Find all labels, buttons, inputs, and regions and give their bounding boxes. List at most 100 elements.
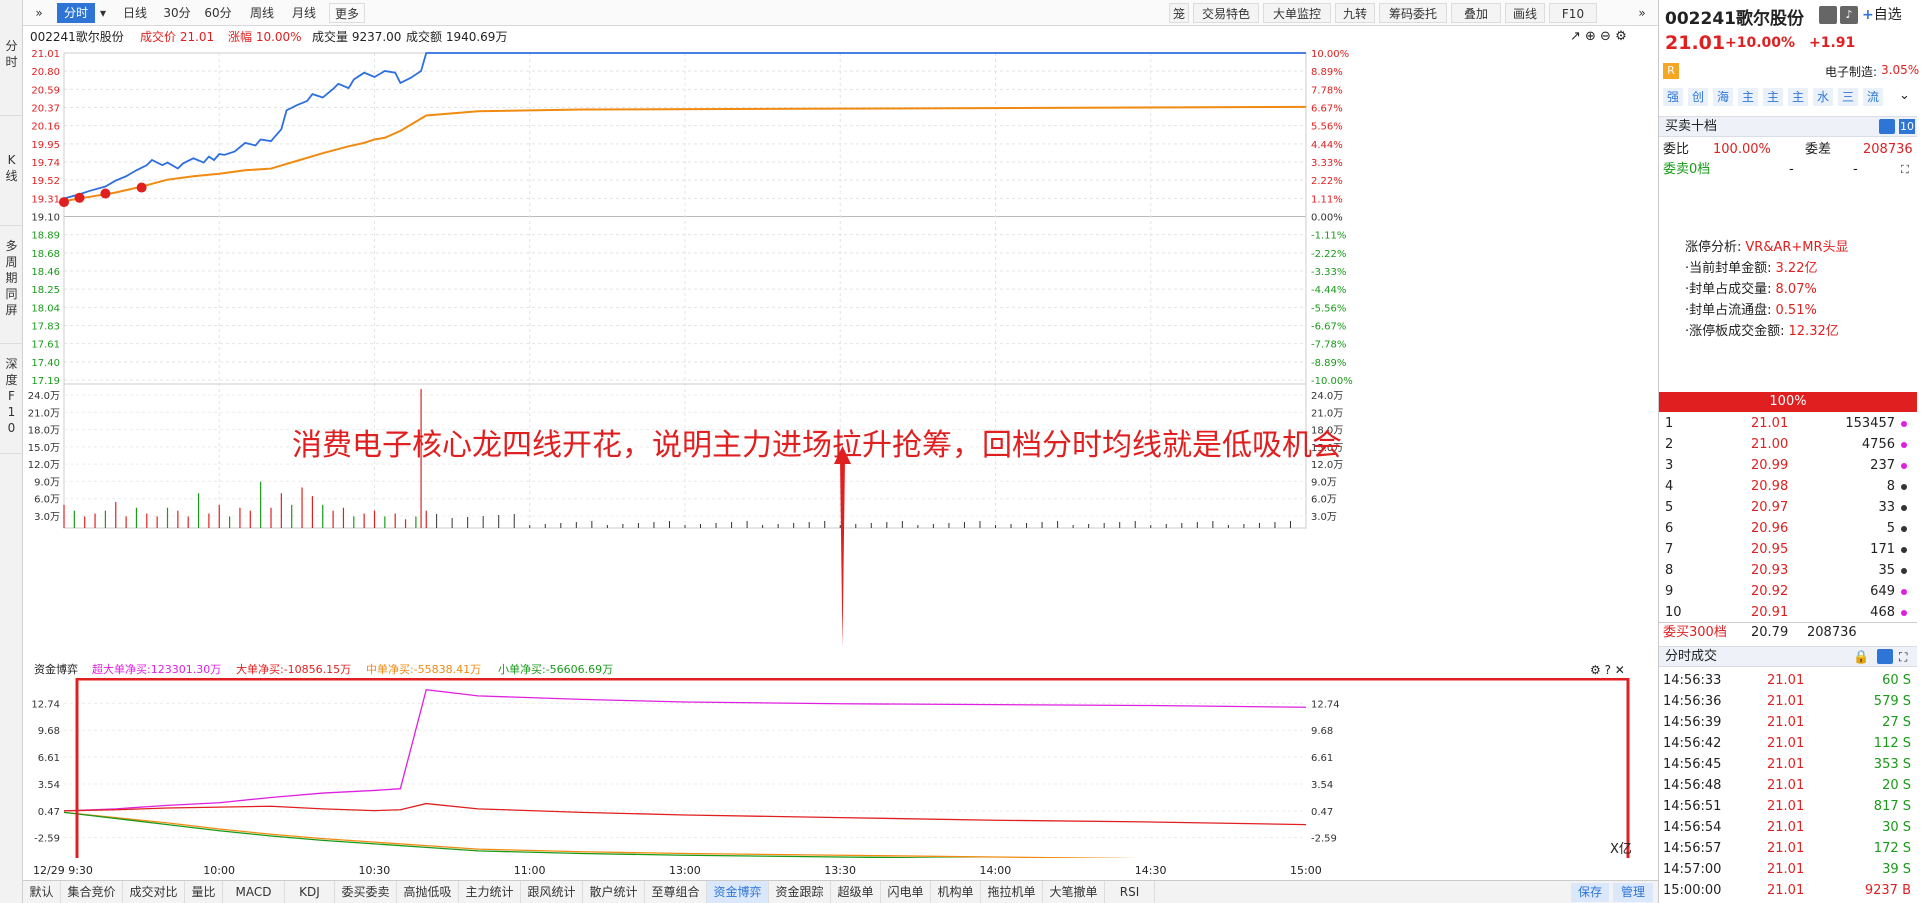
- manage-button[interactable]: 管理: [1613, 883, 1653, 902]
- tool-jiuzhuan[interactable]: 九转: [1335, 3, 1375, 23]
- indicator-tab[interactable]: 拖拉机单: [981, 881, 1043, 903]
- trade-row: 14:56:48 21.01 20 S: [1659, 775, 1917, 796]
- trade-time: 14:56:54: [1663, 820, 1722, 835]
- feature-icon[interactable]: 水: [1813, 88, 1833, 106]
- nav-multi-period[interactable]: 多 周 期 同 屏: [0, 232, 23, 344]
- indicator-tab[interactable]: MACD: [223, 881, 285, 903]
- analysis-row: ·涨停板成交金额: 12.32亿: [1685, 320, 1839, 339]
- indicator-tab[interactable]: RSI: [1105, 881, 1155, 903]
- bid-volume: 33: [1878, 500, 1895, 515]
- feature-icon[interactable]: 主: [1763, 88, 1783, 106]
- grid-icon[interactable]: [1819, 6, 1837, 24]
- trades-expand-icon[interactable]: ⛶: [1899, 647, 1907, 667]
- add-watch-button[interactable]: +自选: [1862, 4, 1902, 24]
- analysis-value: 12.32亿: [1788, 324, 1839, 339]
- trade-time: 15:00:00: [1663, 883, 1722, 898]
- pct-tick-label: -8.89%: [1311, 358, 1346, 369]
- trade-time: 14:57:00: [1663, 862, 1722, 877]
- collapse-icon[interactable]: »: [1633, 3, 1651, 23]
- feature-icon[interactable]: 强: [1663, 88, 1683, 106]
- time-tick-label: 15:00: [1290, 864, 1322, 877]
- tab-daily[interactable]: 日线: [115, 3, 155, 23]
- weibi-label: 委比: [1663, 142, 1690, 157]
- indicator-tab[interactable]: 机构单: [931, 881, 981, 903]
- tool-chip-order[interactable]: 筹码委托: [1379, 3, 1447, 23]
- feature-icon[interactable]: 海: [1713, 88, 1733, 106]
- analysis-key: ·当前封单金额:: [1685, 261, 1772, 276]
- trades-title: 分时成交: [1665, 649, 1718, 664]
- save-button[interactable]: 保存: [1571, 883, 1609, 902]
- volume-tick-label: 9.0万: [34, 477, 60, 488]
- book-depth-button[interactable]: 10: [1899, 119, 1915, 134]
- bid-level: 7: [1665, 542, 1674, 557]
- nav-fenshi[interactable]: 分 时: [0, 28, 23, 116]
- feature-icon[interactable]: 三: [1838, 88, 1858, 106]
- tool-trade-feature[interactable]: 交易特色: [1193, 3, 1259, 23]
- indicator-tab[interactable]: 超级单: [831, 881, 881, 903]
- nav-kline[interactable]: K 线: [0, 138, 23, 226]
- chevron-down-icon[interactable]: ⌄: [1899, 88, 1910, 103]
- tab-weekly[interactable]: 周线: [243, 3, 281, 23]
- indicator-tab[interactable]: 大笔撤单: [1043, 881, 1105, 903]
- indicator-tab[interactable]: 默认: [23, 881, 61, 903]
- sell0-volume: -: [1853, 162, 1858, 177]
- indicator-tab[interactable]: 高抛低吸: [397, 881, 459, 903]
- fund-tick-label: 0.47: [38, 807, 60, 818]
- expand-icon[interactable]: ⛶: [1901, 160, 1909, 180]
- fund-title: 资金博弈: [34, 663, 78, 676]
- bid-level: 6: [1665, 521, 1674, 536]
- price-tick-label: 19.31: [31, 194, 60, 205]
- indicator-tab[interactable]: 成交对比: [123, 881, 185, 903]
- indicator-tab[interactable]: 量比: [185, 881, 223, 903]
- indicator-tab[interactable]: 集合竞价: [61, 881, 123, 903]
- time-tick-label: 14:00: [979, 864, 1012, 877]
- lock-icon[interactable]: 🔒: [1853, 648, 1869, 668]
- bid-row: 10 20.91 468: [1659, 602, 1917, 623]
- tab-monthly[interactable]: 月线: [285, 3, 323, 23]
- indicator-tabs: 默认 集合竞价 成交对比 量比 MACD KDJ 委买委卖 高抛低吸 主力统计 跟风统计 散户统计至…: [23, 880, 1658, 903]
- trade-volume: 579 S: [1873, 694, 1911, 709]
- tab-60min[interactable]: 60分: [199, 3, 237, 23]
- volume-tick-label-right: 9.0万: [1311, 477, 1337, 488]
- tool-cage[interactable]: 笼: [1169, 3, 1189, 23]
- indicator-tab[interactable]: 委买委卖: [335, 881, 397, 903]
- tab-more[interactable]: 更多: [329, 3, 365, 23]
- expand-icon[interactable]: »: [31, 3, 47, 23]
- trades-view-icon[interactable]: [1877, 649, 1893, 664]
- pct-tick-label: 4.44%: [1311, 140, 1343, 151]
- chart-settings-icons[interactable]: ↗ ⊕ ⊖ ⚙: [1570, 28, 1627, 46]
- tab-fenshi[interactable]: 分时: [57, 3, 95, 23]
- indicator-tab[interactable]: 跟风统计: [521, 881, 583, 903]
- trade-price: 21.01: [1767, 820, 1805, 835]
- indicator-tab[interactable]: KDJ: [285, 881, 335, 903]
- indicator-tab[interactable]: 闪电单: [881, 881, 931, 903]
- analysis-key: ·封单占流通盘:: [1685, 303, 1772, 318]
- tool-overlay[interactable]: 叠加: [1451, 3, 1501, 23]
- tool-f10[interactable]: F10: [1549, 3, 1597, 23]
- indicator-tab[interactable]: 散户统计: [583, 881, 645, 903]
- indicator-tab[interactable]: 资金跟踪: [769, 881, 831, 903]
- nav-depth-f10[interactable]: 深 度 F 1 0: [0, 350, 23, 454]
- feature-icon[interactable]: 流: [1863, 88, 1883, 106]
- tab-30min[interactable]: 30分: [159, 3, 195, 23]
- feature-icon[interactable]: 创: [1688, 88, 1708, 106]
- chevron-down-icon[interactable]: ▾: [97, 3, 109, 23]
- book-view-icon[interactable]: [1879, 119, 1895, 134]
- bid-row: 6 20.96 5: [1659, 518, 1917, 539]
- feature-icon[interactable]: 主: [1788, 88, 1808, 106]
- tool-bigorder-monitor[interactable]: 大单监控: [1263, 3, 1331, 23]
- indicator-tab[interactable]: 资金博弈: [707, 881, 769, 903]
- bid-dot: [1901, 505, 1907, 511]
- fund-settings-icons[interactable]: ⚙ ? ✕: [1590, 662, 1625, 678]
- indicator-tab[interactable]: 至尊组合: [645, 881, 707, 903]
- order-book-header: 买卖十档 10: [1659, 116, 1917, 137]
- buy-ratio-bar: 100%: [1659, 392, 1917, 412]
- pct-tick-label: 6.67%: [1311, 104, 1343, 115]
- time-tick-label: 14:30: [1134, 864, 1167, 877]
- tool-draw[interactable]: 画线: [1505, 3, 1545, 23]
- bell-icon[interactable]: ♪: [1840, 6, 1858, 24]
- feature-icon[interactable]: 主: [1738, 88, 1758, 106]
- price-tick-label: 17.19: [31, 376, 60, 387]
- fund-tick-label-right: 0.47: [1311, 807, 1333, 818]
- indicator-tab[interactable]: 主力统计: [459, 881, 521, 903]
